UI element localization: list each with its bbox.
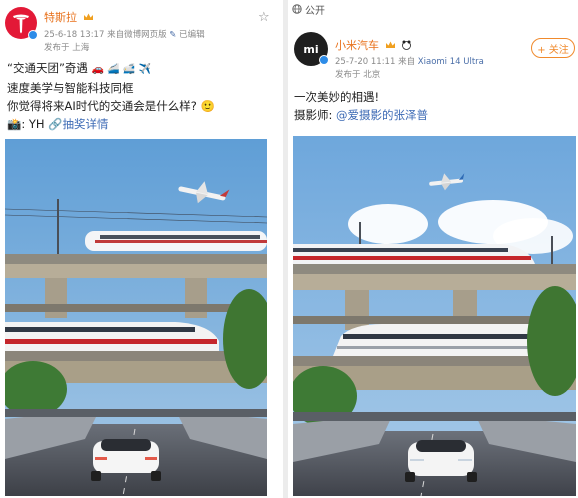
- location-text: 发布于 北京: [335, 70, 381, 80]
- line1-quote: “交通天团”: [7, 61, 65, 75]
- tesla-post-body: “交通天团”奇遇 🚗 🚄 🚅 ✈️ 速度美学与智能科技同框 你觉得将来AI时代的…: [7, 59, 215, 133]
- xiaomi-post-photo[interactable]: [293, 136, 576, 496]
- tesla-post-meta: 25-6-18 13:17 来自微博网页版 ✎ 已编辑: [44, 28, 205, 40]
- train-bridge-photo: [5, 139, 267, 496]
- xiaomi-logo-icon: mi: [303, 42, 319, 56]
- panda-icon: [402, 40, 411, 50]
- post-line-3: 你觉得将来AI时代的交通会是什么样? 🙂: [7, 97, 215, 115]
- xiaomi-post-card: 公开 mi 小米汽车 25-7-20 11:11 来自 Xiaomi 14 Ul…: [288, 0, 578, 498]
- post-time[interactable]: 25-6-18 13:17: [44, 30, 104, 40]
- post-source-device[interactable]: Xiaomi 14 Ultra: [418, 57, 484, 67]
- verified-badge-icon: [319, 55, 329, 65]
- author-name-text[interactable]: 特斯拉: [44, 11, 77, 24]
- lottery-details-link[interactable]: 🔗抽奖详情: [48, 117, 108, 131]
- post-source: 来自微博网页版: [107, 30, 167, 40]
- line3-text: 你觉得将来AI时代的交通会是什么样?: [7, 99, 197, 113]
- xiaomi-post-meta: 25-7-20 11:11 来自 Xiaomi 14 Ultra: [335, 55, 484, 67]
- photographer-label: 摄影师:: [294, 108, 337, 122]
- edited-label[interactable]: 已编辑: [179, 30, 205, 40]
- tesla-post-card: 特斯拉 25-6-18 13:17 来自微博网页版 ✎ 已编辑 发布于 上海 ☆…: [0, 0, 283, 498]
- train-bridge-photo: [293, 136, 576, 496]
- photo-credit: 📸: YH: [7, 117, 45, 131]
- location-text: 发布于 上海: [44, 43, 90, 53]
- edited-icon: ✎: [169, 30, 177, 40]
- xiaomi-post-body: 一次美妙的相遇! 摄影师: @爱摄影的张泽普: [294, 88, 428, 124]
- post-line-1: 一次美妙的相遇!: [294, 90, 380, 104]
- tesla-author-name[interactable]: 特斯拉: [44, 9, 94, 25]
- author-name-text[interactable]: 小米汽车: [335, 39, 379, 52]
- vehicle-emojis: 🚗 🚄 🚅 ✈️: [91, 64, 151, 75]
- xiaomi-post-location: 发布于 北京: [335, 68, 380, 80]
- tesla-post-location: 发布于 上海: [44, 41, 89, 53]
- tesla-post-photo[interactable]: [5, 139, 267, 496]
- post-line-4: 📸: YH 🔗抽奖详情: [7, 115, 215, 133]
- post-line-2: 速度美学与智能科技同框: [7, 81, 134, 95]
- photographer-mention-link[interactable]: @爱摄影的张泽普: [336, 108, 428, 122]
- line1-after: 奇遇: [64, 61, 88, 75]
- star-outline-icon[interactable]: ☆: [258, 10, 270, 25]
- smile-emoji-icon: 🙂: [200, 99, 215, 113]
- globe-icon: [292, 4, 302, 14]
- post-line-2: 摄影师: @爱摄影的张泽普: [294, 106, 428, 124]
- verified-badge-icon: [28, 30, 38, 40]
- post-source-prefix: 来自: [398, 57, 416, 67]
- crown-icon: [385, 41, 395, 48]
- xiaomi-author-name[interactable]: 小米汽车: [335, 37, 412, 53]
- post-line-1: “交通天团”奇遇 🚗 🚄 🚅 ✈️: [7, 59, 215, 79]
- public-visibility-bar[interactable]: 公开: [292, 0, 325, 18]
- crown-icon: [83, 13, 93, 20]
- public-label: 公开: [305, 5, 325, 17]
- follow-button[interactable]: + 关注: [531, 38, 575, 58]
- follow-button-label: + 关注: [537, 44, 569, 56]
- screenshot-root: 特斯拉 25-6-18 13:17 来自微博网页版 ✎ 已编辑 发布于 上海 ☆…: [0, 0, 578, 498]
- post-time[interactable]: 25-7-20 11:11: [335, 57, 395, 67]
